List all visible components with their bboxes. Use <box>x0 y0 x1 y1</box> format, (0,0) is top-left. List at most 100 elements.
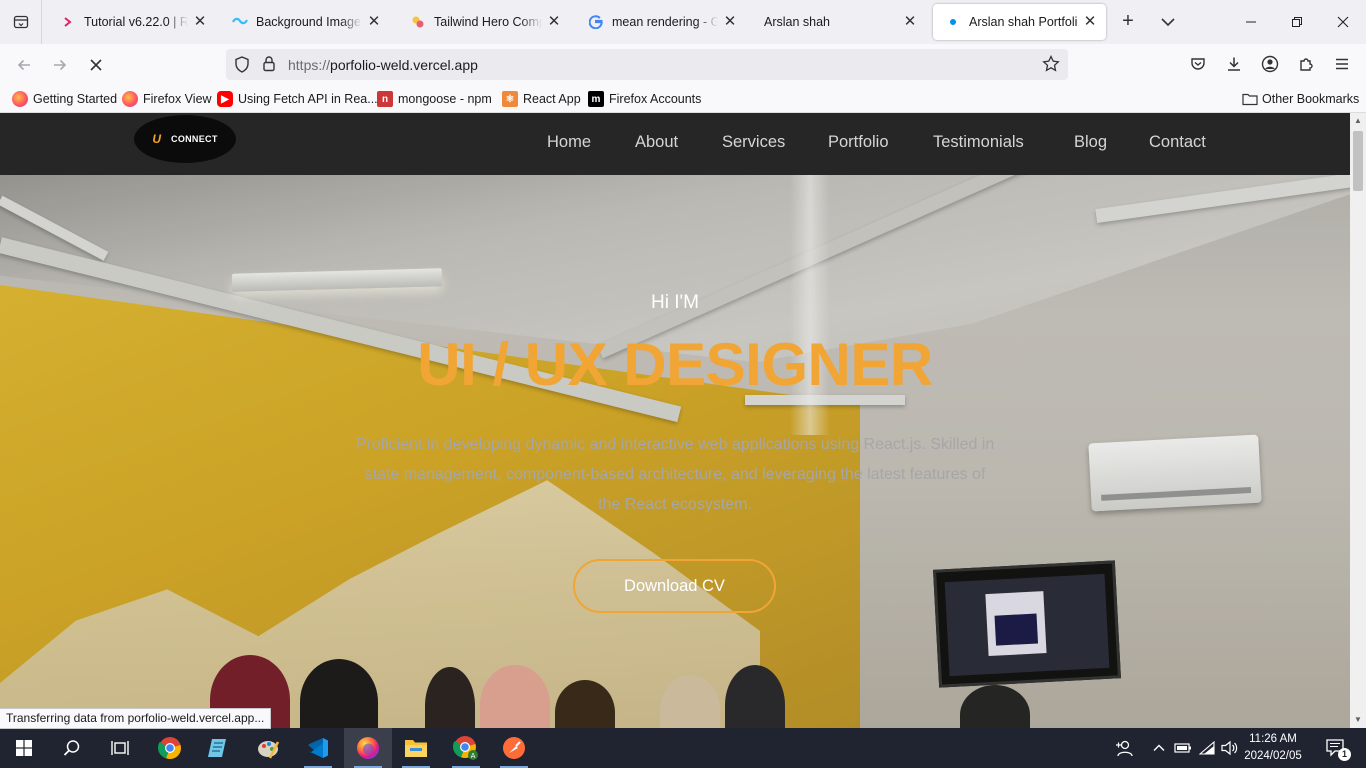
download-icon <box>1228 57 1240 71</box>
scrollbar-thumb[interactable] <box>1353 131 1363 191</box>
google-icon <box>588 14 604 30</box>
lock-icon[interactable] <box>262 55 276 77</box>
puzzle-icon <box>1300 58 1313 71</box>
tab-strip: Tutorial v6.22.0 | React ✕ Background Im… <box>0 0 1366 44</box>
new-tab-button[interactable]: + <box>1116 10 1140 34</box>
tab-title: Tutorial v6.22.0 | React <box>84 15 188 29</box>
chevron-up-icon <box>1153 744 1165 751</box>
bookmark-mongoose-npm[interactable]: n mongoose - npm <box>377 90 492 108</box>
back-button[interactable] <box>10 52 38 78</box>
taskbar-paint[interactable] <box>244 728 292 768</box>
bookmark-getting-started[interactable]: Getting Started <box>12 90 117 108</box>
chevron-down-icon <box>1161 18 1175 27</box>
minimize-window-button[interactable] <box>1228 0 1274 44</box>
app-menu-button[interactable] <box>1330 52 1354 76</box>
taskbar-firefox[interactable] <box>344 728 392 768</box>
tab-background-image[interactable]: Background Image - T ✕ <box>220 4 390 40</box>
notification-badge: 1 <box>1338 748 1351 761</box>
volume-indicator[interactable] <box>1218 728 1242 768</box>
taskbar-chrome-profile[interactable]: A <box>442 728 490 768</box>
network-indicator[interactable] <box>1196 728 1218 768</box>
downloads-button[interactable] <box>1222 52 1246 76</box>
tab-title: Arslan shah <box>764 15 831 29</box>
nav-contact[interactable]: Contact <box>1149 133 1206 155</box>
battery-indicator[interactable] <box>1172 728 1194 768</box>
close-tab-icon[interactable]: ✕ <box>722 14 738 30</box>
account-button[interactable] <box>1258 52 1282 76</box>
search-button[interactable] <box>48 728 96 768</box>
tailwind-components-icon <box>410 14 426 30</box>
list-all-tabs-button[interactable] <box>1156 10 1180 34</box>
bookmark-label: Firefox View <box>143 92 212 106</box>
status-panel: Transferring data from porfolio-weld.ver… <box>0 708 272 729</box>
people-button[interactable] <box>1110 728 1138 768</box>
other-bookmarks-folder[interactable]: Other Bookmarks <box>1242 90 1359 108</box>
taskbar-vscode[interactable] <box>294 728 342 768</box>
stop-loading-button[interactable] <box>82 52 110 78</box>
close-window-button[interactable] <box>1320 0 1366 44</box>
bookmark-label: React App <box>523 92 581 106</box>
nav-services[interactable]: Services <box>722 133 785 155</box>
postman-icon <box>503 737 525 759</box>
taskbar-clock[interactable]: 11:26 AM 2024/02/05 <box>1240 731 1306 765</box>
task-view-button[interactable] <box>96 728 144 768</box>
nav-testimonials[interactable]: Testimonials <box>933 133 1024 155</box>
restore-window-button[interactable] <box>1274 0 1320 44</box>
tab-google-search[interactable]: mean rendering - Goo ✕ <box>576 4 746 40</box>
bookmark-star-icon[interactable] <box>1042 54 1060 78</box>
start-button[interactable] <box>0 728 48 768</box>
bookmark-label: mongoose - npm <box>398 92 492 106</box>
tab-arslan-shah-portfolio[interactable]: Arslan shah Portfolio ✕ <box>933 4 1106 40</box>
site-logo[interactable]: U CONNECT <box>134 115 236 163</box>
bookmark-firefox-accounts[interactable]: m Firefox Accounts <box>588 90 701 108</box>
page-scrollbar[interactable]: ▲ ▼ <box>1350 113 1366 728</box>
forward-button[interactable] <box>46 52 74 78</box>
bookmark-react-app[interactable]: ⚛ React App <box>502 90 581 108</box>
tab-overview-button[interactable] <box>0 0 42 44</box>
taskbar-notepad[interactable] <box>194 728 242 768</box>
vscode-icon <box>308 738 328 758</box>
extensions-button[interactable] <box>1294 52 1318 76</box>
bookmark-label: Using Fetch API in Rea... <box>238 92 378 106</box>
loading-dot-icon <box>945 14 961 30</box>
close-tab-icon[interactable]: ✕ <box>546 14 562 30</box>
hero-description-line: state management, component-based archit… <box>364 466 986 483</box>
tab-react-router[interactable]: Tutorial v6.22.0 | React ✕ <box>48 4 216 40</box>
taskbar-chrome[interactable] <box>146 728 194 768</box>
clock-date: 2024/02/05 <box>1244 750 1302 762</box>
close-tab-icon[interactable]: ✕ <box>1082 14 1098 30</box>
bookmark-fetch-api[interactable]: ▶ Using Fetch API in Rea... <box>217 90 378 108</box>
nav-blog[interactable]: Blog <box>1074 133 1107 155</box>
npm-icon: n <box>377 91 393 107</box>
tracking-protection-shield-icon[interactable] <box>234 56 250 78</box>
taskbar-file-explorer[interactable] <box>392 728 440 768</box>
tab-arslan-shah[interactable]: Arslan shah ✕ <box>752 4 926 40</box>
hero-content: Hi I'M UI / UX DESIGNER Proficient in de… <box>0 175 1350 728</box>
tab-title: mean rendering - Goo <box>612 15 718 29</box>
show-hidden-icons-button[interactable] <box>1148 728 1170 768</box>
pocket-button[interactable] <box>1186 52 1210 76</box>
logo-mark: U <box>152 132 162 146</box>
scroll-down-arrow-icon[interactable]: ▼ <box>1354 716 1362 724</box>
tab-tailwind-hero[interactable]: Tailwind Hero Compon ✕ <box>398 4 570 40</box>
close-tab-icon[interactable]: ✕ <box>366 14 382 30</box>
firefox-icon <box>122 91 138 107</box>
taskbar-postman[interactable] <box>490 728 538 768</box>
bookmark-label: Firefox Accounts <box>609 92 702 106</box>
nav-home[interactable]: Home <box>547 133 591 155</box>
nav-portfolio[interactable]: Portfolio <box>828 133 889 155</box>
tab-title: Arslan shah Portfolio <box>969 15 1078 29</box>
clock-time: 11:26 AM <box>1249 733 1297 745</box>
scroll-up-arrow-icon[interactable]: ▲ <box>1354 117 1362 125</box>
download-cv-button[interactable]: Download CV <box>573 559 776 613</box>
people-icon <box>1116 740 1133 757</box>
action-center-button[interactable]: 1 <box>1318 728 1354 768</box>
bookmark-label: Getting Started <box>33 92 118 106</box>
url-text[interactable]: https://porfolio-weld.vercel.app <box>288 57 478 73</box>
url-protocol: https:// <box>288 57 331 73</box>
address-bar[interactable]: https://porfolio-weld.vercel.app <box>226 49 1068 80</box>
bookmark-firefox-view[interactable]: Firefox View <box>122 90 212 108</box>
nav-about[interactable]: About <box>635 133 678 155</box>
close-tab-icon[interactable]: ✕ <box>902 14 918 30</box>
close-tab-icon[interactable]: ✕ <box>192 14 208 30</box>
